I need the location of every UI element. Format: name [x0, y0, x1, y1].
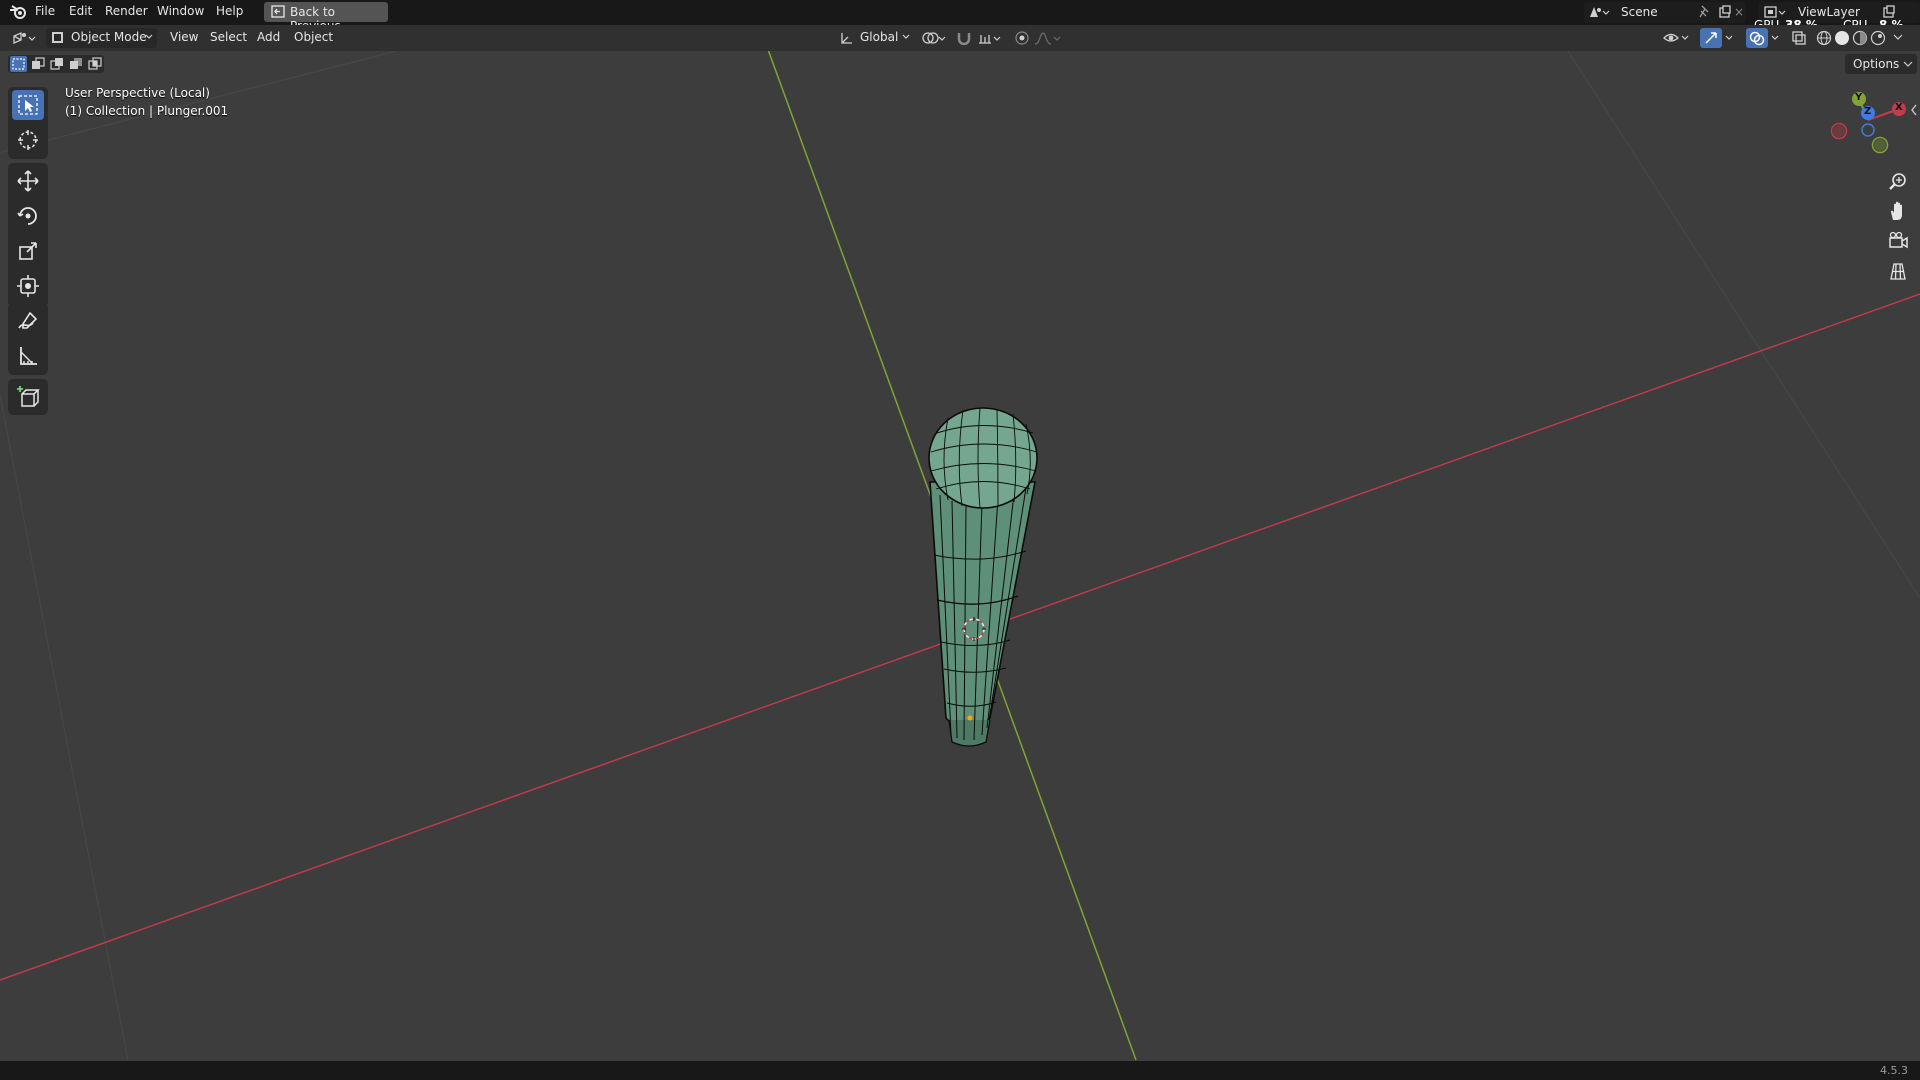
options-dropdown[interactable]: Options [1845, 54, 1917, 74]
chevron-down-icon [1903, 58, 1913, 73]
selection-mode-group [8, 55, 104, 73]
menu-help[interactable]: Help [216, 4, 243, 18]
rendered-shading-icon[interactable] [1870, 30, 1886, 49]
xray-toggle-icon[interactable] [1791, 30, 1807, 49]
gizmo-x-label: X [1895, 102, 1903, 113]
menu-window[interactable]: Window [157, 4, 204, 18]
annotate-icon [18, 311, 38, 329]
solid-shading-icon[interactable] [1834, 30, 1850, 49]
material-shading-icon[interactable] [1852, 30, 1868, 49]
orientation-label: Global [860, 30, 899, 44]
menu-file[interactable]: File [35, 4, 55, 18]
select-box-icon [18, 95, 38, 115]
menu-add[interactable]: Add [257, 30, 280, 44]
gizmo-toggle[interactable] [1700, 28, 1738, 48]
3d-viewport-icon [12, 31, 38, 48]
add-cube-tool[interactable] [12, 382, 44, 412]
overlays-toggle[interactable] [1746, 28, 1784, 48]
move-icon [17, 170, 39, 192]
remove-scene-icon[interactable]: × [1734, 5, 1744, 19]
perspective-toggle-button[interactable] [1884, 259, 1912, 285]
toolbar-group-annotate [8, 303, 48, 375]
zoom-icon [1889, 173, 1906, 190]
new-scene-icon[interactable] [1718, 5, 1732, 22]
mode-dropdown[interactable]: Object Mode [46, 28, 157, 48]
top-bar: File Edit Render Window Help Back to Pre… [0, 0, 1920, 33]
view-layer-name[interactable]: ViewLayer [1798, 5, 1860, 19]
scale-icon [19, 242, 37, 260]
zoom-button[interactable] [1884, 169, 1912, 195]
transform-icon [17, 275, 39, 297]
blender-logo-icon[interactable] [9, 4, 27, 23]
menu-render[interactable]: Render [105, 4, 148, 18]
wireframe-shading-icon[interactable] [1816, 30, 1832, 49]
measure-icon [20, 347, 37, 365]
navigation-gizmo[interactable]: Y Z X [1822, 86, 1918, 178]
grid-line [0, 394, 129, 1061]
transform-orientation-dropdown[interactable]: Global [836, 28, 914, 48]
mode-label: Object Mode [71, 30, 147, 44]
object-mode-icon [51, 31, 64, 47]
camera-icon [1889, 231, 1908, 249]
menu-edit[interactable]: Edit [69, 4, 92, 18]
select-intersect-icon[interactable] [86, 56, 103, 75]
proportional-editing-icon[interactable] [1015, 31, 1029, 48]
visibility-icon[interactable] [1662, 30, 1690, 48]
version-label: 4.5.3 [1880, 1064, 1908, 1077]
editor-type-dropdown[interactable] [8, 28, 40, 48]
scene-selector[interactable]: Scene × [1584, 2, 1746, 23]
add-cube-icon [17, 386, 40, 407]
shading-options-chevron-icon[interactable] [1893, 31, 1903, 46]
measure-tool[interactable] [12, 341, 44, 371]
cursor-icon [18, 130, 38, 150]
select-subtract-icon[interactable] [48, 56, 65, 75]
toolbar-group-add [8, 379, 48, 415]
menu-view[interactable]: View [170, 30, 198, 44]
select-invert-icon[interactable] [67, 56, 84, 75]
hand-icon [1891, 201, 1902, 220]
transform-tool[interactable] [12, 271, 44, 301]
snap-toggle-icon[interactable] [956, 31, 972, 48]
camera-view-button[interactable] [1884, 229, 1912, 255]
pivot-point-icon[interactable] [922, 31, 948, 48]
select-box-tool[interactable] [12, 90, 44, 120]
3d-viewport[interactable]: User Perspective (Local) (1) Collection … [0, 51, 1920, 1061]
viewport-canvas[interactable] [0, 51, 1920, 1061]
back-icon [271, 5, 285, 21]
snap-target-icon[interactable] [977, 31, 1003, 48]
scale-tool[interactable] [12, 236, 44, 266]
menu-object[interactable]: Object [294, 30, 333, 44]
falloff-icon[interactable] [1034, 31, 1062, 48]
pin-icon[interactable] [1698, 5, 1710, 22]
plunger-mesh [928, 407, 1038, 747]
move-tool[interactable] [12, 166, 44, 196]
options-label: Options [1853, 57, 1900, 71]
menu-select[interactable]: Select [210, 30, 247, 44]
overlays-icon [1746, 28, 1784, 51]
gizmo-z-label: Z [1864, 106, 1872, 117]
orientation-icon [840, 31, 854, 48]
toolbar-group-select [8, 87, 48, 159]
perspective-label: User Perspective (Local) [65, 86, 210, 100]
cursor-tool[interactable] [12, 125, 44, 155]
select-extend-icon[interactable] [29, 56, 46, 75]
chevron-down-icon [902, 31, 910, 46]
toolbar-group-transform [8, 163, 48, 307]
rotate-tool[interactable] [12, 201, 44, 231]
scene-name[interactable]: Scene [1621, 5, 1658, 19]
grid-perspective-icon [1890, 263, 1906, 280]
pan-button[interactable] [1884, 199, 1912, 225]
collection-label: (1) Collection | Plunger.001 [65, 104, 229, 118]
back-to-previous-button[interactable]: Back to Previous [264, 2, 388, 33]
rotate-icon [17, 207, 37, 225]
select-new-icon[interactable] [10, 56, 27, 72]
gizmo-icon [1700, 28, 1738, 51]
gizmo-y-label: Y [1855, 92, 1863, 103]
scene-icon [1588, 5, 1610, 22]
annotate-tool[interactable] [12, 306, 44, 336]
status-bar: 4.5.3 [0, 1061, 1920, 1080]
viewport-header: Object Mode View Select Add Object Globa… [0, 25, 1920, 51]
chevron-down-icon [145, 31, 153, 46]
